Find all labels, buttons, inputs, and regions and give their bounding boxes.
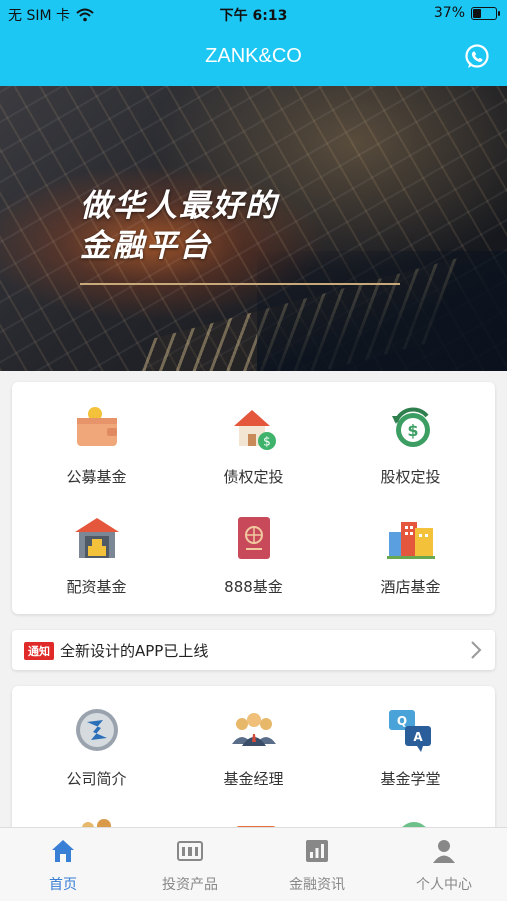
- info-card: 公司简介 基金经理 Q A 基金学堂: [12, 686, 495, 836]
- slogan-line-2: 金融平台: [80, 228, 212, 264]
- service-tile-888[interactable]: 888基金: [173, 514, 334, 597]
- battery-percent: 37%: [433, 5, 465, 21]
- battery-level: [473, 8, 481, 18]
- refresh-dollar-icon: $: [391, 407, 430, 447]
- svg-text:Q: Q: [396, 714, 406, 728]
- wallet-icon: [76, 407, 117, 446]
- home-icon: [52, 840, 74, 862]
- service-label: 888基金: [224, 578, 283, 596]
- banner-slogan: 做华人最好的 金融平台: [80, 186, 278, 266]
- notice-badge: 通知: [24, 642, 54, 660]
- tab-label: 金融资讯: [289, 877, 345, 893]
- tab-label: 个人中心: [416, 877, 472, 893]
- tab-bar: 首页 投资产品 金融资讯 个人中心: [0, 827, 507, 901]
- app-title: ZANK&CO: [205, 45, 302, 67]
- service-tile-debt[interactable]: $ 债权定投: [173, 404, 334, 487]
- service-label: 股权定投: [380, 468, 441, 486]
- info-label: 基金经理: [223, 770, 284, 788]
- user-icon: [433, 840, 455, 863]
- service-label: 酒店基金: [380, 578, 441, 596]
- chart-icon: [306, 840, 328, 862]
- tab-news[interactable]: 金融资讯: [254, 838, 380, 894]
- info-tile-company[interactable]: 公司简介: [16, 706, 177, 789]
- info-label: 公司简介: [66, 770, 127, 788]
- buildings-icon: [386, 522, 435, 559]
- service-tile-hotel[interactable]: 酒店基金: [330, 514, 491, 597]
- tab-profile[interactable]: 个人中心: [381, 838, 507, 894]
- service-tile-equity[interactable]: $ 股权定投: [330, 404, 491, 487]
- service-label: 配资基金: [66, 578, 127, 596]
- team-icon: [231, 713, 276, 746]
- services-card: 公募基金 $ 债权定投 $ 股权定投 配资基金 888基金 酒店基金: [12, 382, 495, 614]
- slogan-line-1: 做华人最好的: [80, 188, 278, 224]
- products-icon: [177, 841, 203, 861]
- tab-label: 投资产品: [162, 877, 218, 893]
- qa-icon: Q A: [388, 710, 431, 752]
- banner-underline: [80, 283, 400, 285]
- service-label: 债权定投: [223, 468, 284, 486]
- svg-text:$: $: [407, 421, 418, 440]
- announcement-bar[interactable]: 通知 全新设计的APP已上线: [12, 630, 495, 670]
- tab-label: 首页: [49, 877, 77, 893]
- warehouse-icon: [74, 518, 119, 558]
- notice-text: 全新设计的APP已上线: [60, 642, 209, 660]
- clock: 下午 6:13: [219, 8, 288, 24]
- service-tile-margin-fund[interactable]: 配资基金: [16, 514, 177, 597]
- svg-text:A: A: [413, 730, 423, 744]
- svg-text:$: $: [263, 435, 271, 449]
- banner-river: [257, 251, 507, 371]
- company-logo-icon: [75, 709, 118, 751]
- hero-banner[interactable]: 做华人最好的 金融平台: [0, 86, 507, 371]
- info-tile-managers[interactable]: 基金经理: [173, 706, 334, 789]
- nav-bar: ZANK&CO: [0, 28, 507, 86]
- info-tile-academy[interactable]: Q A 基金学堂: [330, 706, 491, 789]
- whatsapp-icon[interactable]: [463, 43, 491, 71]
- passport-icon: [237, 517, 270, 559]
- service-tile-public-fund[interactable]: 公募基金: [16, 404, 177, 487]
- status-right: 37%: [433, 5, 500, 21]
- tab-products[interactable]: 投资产品: [127, 838, 253, 894]
- battery-icon: [471, 6, 500, 20]
- service-label: 公募基金: [66, 468, 127, 486]
- tab-home[interactable]: 首页: [0, 838, 126, 894]
- status-bar: 无 SIM 卡 下午 6:13 37%: [0, 0, 507, 28]
- house-dollar-icon: $: [233, 410, 276, 450]
- chevron-right-icon: [471, 641, 482, 659]
- info-label: 基金学堂: [380, 770, 441, 788]
